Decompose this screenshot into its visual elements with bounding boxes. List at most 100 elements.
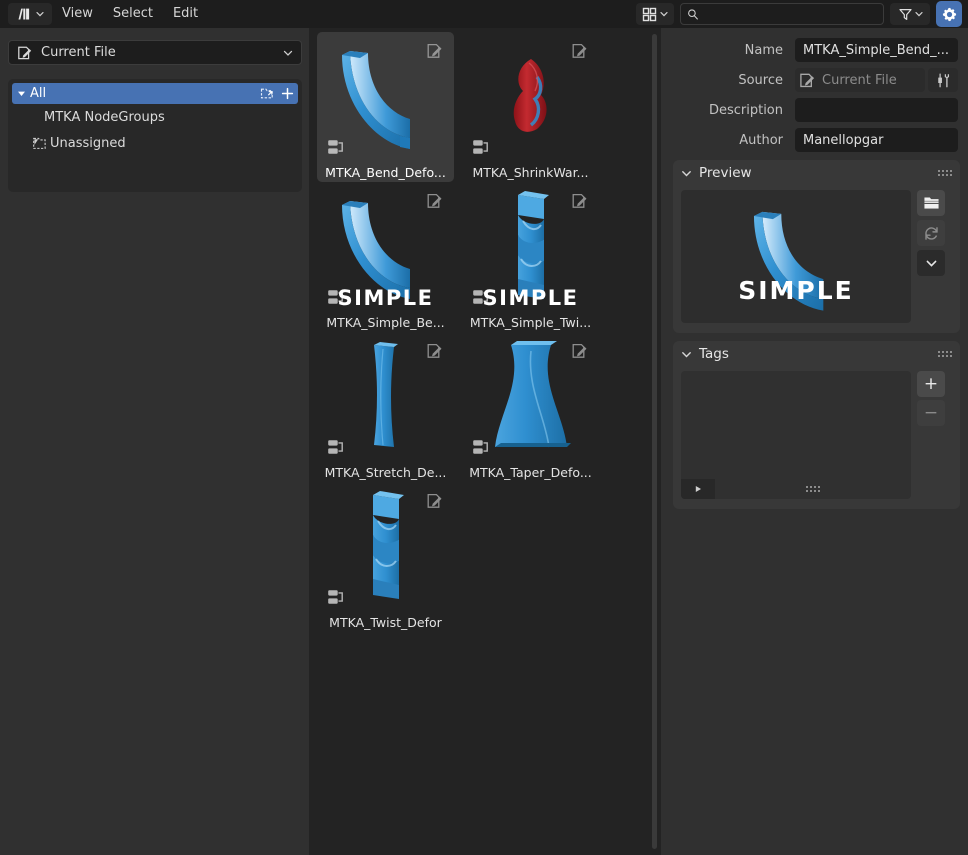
catalog-item-unassigned[interactable]: Unassigned — [12, 130, 298, 156]
asset-label: MTKA_Simple_Be... — [326, 315, 445, 330]
menu-edit[interactable]: Edit — [163, 0, 208, 28]
grid-view-icon — [642, 7, 657, 21]
preview-side-buttons — [917, 190, 945, 323]
property-row-description: Description — [675, 98, 958, 122]
edit-asset-icon[interactable] — [426, 492, 444, 510]
property-row-source: Source Current File — [675, 68, 958, 92]
asset-library-dropdown[interactable]: Current File — [8, 40, 302, 65]
asset-description-field[interactable] — [795, 98, 958, 122]
asset-item[interactable]: MTKA_Bend_Defo... — [317, 32, 454, 182]
asset-label: MTKA_Simple_Twi... — [469, 315, 592, 330]
plus-icon[interactable] — [281, 87, 294, 100]
triangle-down-icon[interactable] — [12, 89, 30, 98]
search-input[interactable] — [703, 7, 877, 21]
asset-author-field[interactable]: Manellopgar — [795, 128, 958, 152]
tags-expand-button[interactable] — [681, 479, 715, 499]
settings-button[interactable] — [936, 1, 962, 27]
asset-item[interactable]: MTKA_ShrinkWar... — [462, 32, 599, 182]
tags-resize-grip[interactable] — [715, 486, 911, 492]
search-box[interactable] — [680, 3, 884, 25]
asset-item[interactable]: SIMPLE MTKA_Simple_Be... — [317, 182, 454, 332]
catalog-label: MTKA NodeGroups — [44, 109, 165, 125]
node-group-icon — [327, 439, 345, 454]
asset-grid-panel: MTKA_Bend_Defo... MTKA_ShrinkWar... SIMP… — [309, 28, 661, 855]
node-group-icon — [327, 589, 345, 604]
preview-dropdown-button[interactable] — [917, 250, 945, 276]
asset-name-field[interactable]: MTKA_Simple_Bend_... — [795, 38, 958, 62]
chevron-down-icon[interactable] — [681, 168, 692, 179]
node-group-icon — [327, 139, 345, 154]
property-label: Description — [708, 102, 783, 118]
preview-overlay-text: SIMPLE — [738, 276, 854, 305]
node-group-icon — [327, 289, 345, 304]
tags-list[interactable] — [681, 371, 911, 499]
asset-library-label: Current File — [41, 45, 116, 60]
regenerate-preview-button[interactable] — [917, 220, 945, 246]
header-right-tools — [636, 0, 962, 28]
display-mode-button[interactable] — [636, 3, 674, 25]
asset-item[interactable]: MTKA_Stretch_De... — [317, 332, 454, 482]
unassigned-icon — [28, 136, 50, 151]
wrench-screwdriver-icon — [937, 72, 949, 87]
catalog-item-mtka-nodegroups[interactable]: MTKA NodeGroups — [12, 104, 298, 130]
tags-panel-header[interactable]: Tags — [673, 341, 960, 367]
preview-panel: Preview SIMPLE — [673, 160, 960, 333]
source-field-group: Current File — [795, 68, 958, 92]
node-group-icon — [472, 439, 490, 454]
catalog-actions — [260, 86, 294, 101]
funnel-icon — [898, 8, 912, 20]
asset-source-field: Current File — [795, 68, 925, 92]
current-file-icon — [800, 73, 815, 87]
catalog-item-all[interactable]: All — [12, 83, 298, 104]
load-custom-preview-button[interactable] — [917, 190, 945, 216]
edit-asset-icon[interactable] — [571, 342, 589, 360]
edit-asset-icon[interactable] — [571, 42, 589, 60]
catalog-import-icon[interactable] — [260, 86, 275, 101]
tags-panel: Tags + − — [673, 341, 960, 509]
chevron-down-icon — [283, 50, 293, 56]
grip-dots-icon[interactable] — [938, 170, 952, 176]
property-label: Name — [744, 42, 783, 58]
catalog-label: Unassigned — [50, 135, 126, 151]
remove-tag-button[interactable]: − — [917, 400, 945, 426]
asset-item[interactable]: MTKA_Taper_Defo... — [462, 332, 599, 482]
edit-asset-icon[interactable] — [426, 42, 444, 60]
search-icon — [688, 8, 698, 20]
editor-header: View Select Edit — [0, 0, 968, 28]
edit-asset-icon[interactable] — [426, 192, 444, 210]
property-label: Author — [739, 132, 783, 148]
asset-item[interactable]: MTKA_Twist_Defor — [317, 482, 454, 632]
catalog-tree: All MTKA NodeGroups Unassigned — [8, 79, 302, 192]
tags-panel-title: Tags — [699, 346, 729, 362]
add-tag-button[interactable]: + — [917, 371, 945, 397]
triangle-right-icon — [695, 486, 701, 492]
node-group-icon — [472, 289, 490, 304]
chevron-down-icon[interactable] — [681, 349, 692, 360]
catalog-label: All — [30, 86, 47, 101]
menu-select[interactable]: Select — [103, 0, 163, 28]
asset-preview-image[interactable]: SIMPLE — [681, 190, 911, 323]
tags-side-buttons: + − — [917, 371, 945, 499]
preview-panel-title: Preview — [699, 165, 752, 181]
asset-grid-scrollbar[interactable] — [652, 34, 657, 849]
node-group-icon — [472, 139, 490, 154]
edit-asset-icon[interactable] — [571, 192, 589, 210]
filter-button[interactable] — [890, 3, 930, 25]
editor-type-selector[interactable] — [8, 3, 52, 25]
preview-panel-body: SIMPLE — [673, 186, 960, 333]
asset-source-tools-button[interactable] — [928, 68, 958, 92]
asset-details-sidebar: Name MTKA_Simple_Bend_... Source Current… — [665, 28, 968, 855]
asset-item[interactable]: SIMPLE MTKA_Simple_Twi... — [462, 182, 599, 332]
chevron-down-icon — [926, 260, 936, 267]
asset-label: MTKA_Bend_Defo... — [325, 165, 446, 180]
asset-label: MTKA_Taper_Defo... — [469, 465, 592, 480]
tags-list-footer — [681, 479, 911, 499]
property-row-name: Name MTKA_Simple_Bend_... — [675, 38, 958, 62]
edit-asset-icon[interactable] — [426, 342, 444, 360]
menu-view[interactable]: View — [52, 0, 103, 28]
preview-panel-header[interactable]: Preview — [673, 160, 960, 186]
current-file-icon — [18, 46, 32, 59]
asset-label: MTKA_Stretch_De... — [324, 465, 447, 480]
asset-label: MTKA_ShrinkWar... — [472, 165, 589, 180]
grip-dots-icon[interactable] — [938, 351, 952, 357]
